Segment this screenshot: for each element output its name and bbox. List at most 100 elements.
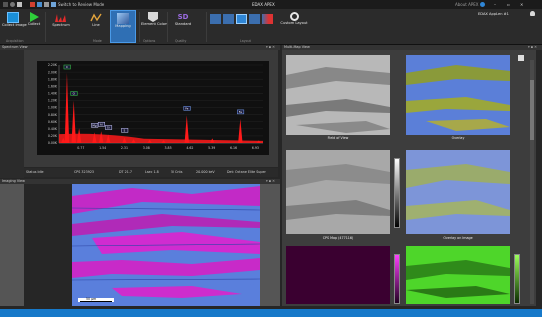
counts-readout: 5l Cnts — [171, 170, 183, 174]
peak-label: Fe — [185, 106, 188, 110]
switch-mode-link[interactable]: Switch to Review Mode — [58, 0, 104, 9]
element-map-magenta[interactable] — [286, 246, 390, 304]
group-label: Quality — [175, 39, 187, 43]
help-icon[interactable] — [480, 2, 485, 7]
peak-label: C — [66, 65, 68, 69]
close-icon[interactable]: ✕ — [520, 0, 523, 9]
group-label: Layout — [240, 39, 251, 43]
minimize-icon[interactable]: – — [494, 0, 496, 9]
y-tick-label: 0.80K — [48, 113, 58, 117]
camera-icon — [7, 12, 19, 23]
spectrum-peak — [184, 115, 189, 143]
overlay-on-image-tile[interactable] — [406, 150, 510, 234]
cps-colorbar — [394, 158, 400, 228]
group-label: Options — [143, 39, 156, 43]
play-icon — [29, 12, 39, 22]
save-icon[interactable] — [17, 2, 22, 7]
x-tick-label: 4.62 — [186, 146, 193, 150]
status-bar: Status Idle CPS 323923 DT 21.7 Lsec 1.8 … — [24, 168, 278, 177]
spectrum-button[interactable]: Spectrum — [48, 10, 74, 43]
element-map-green[interactable] — [406, 246, 510, 304]
mapping-button[interactable]: Mapping — [110, 10, 136, 43]
x-tick-label: 6.16 — [230, 146, 237, 150]
kev-readout: 20.000 keV — [196, 170, 215, 174]
cps-map — [286, 150, 390, 234]
y-tick-label: 1.20K — [48, 99, 58, 103]
multimap-panel: Field of View Overlay CPS Map (477116) O… — [282, 50, 536, 306]
layout-option-5[interactable] — [262, 14, 273, 24]
layout-option-3[interactable] — [236, 14, 247, 24]
stop-icon[interactable] — [30, 2, 35, 7]
imaging-map[interactable]: 50 μm — [72, 184, 260, 306]
quality-value: SD — [177, 13, 189, 21]
expand-icon[interactable] — [518, 55, 524, 61]
multimap-view-title: Multi-Map View — [284, 45, 310, 49]
ribbon-separator — [167, 12, 168, 42]
list-icon[interactable] — [44, 2, 49, 7]
cps-readout: CPS 323923 — [74, 170, 95, 174]
spectrum-chart: 2.20K 2.00K 1.80K 1.60K 1.40K 1.20K 1.00K 0.80K… — [48, 63, 263, 150]
y-tick-label: 1.40K — [48, 92, 58, 96]
green-map — [406, 246, 510, 304]
spectrum-plot[interactable]: 2.20K 2.00K 1.80K 1.60K 1.40K 1.20K 1.00K 0.80K… — [37, 61, 269, 155]
live-time-readout: Lsec 1.8 — [145, 170, 159, 174]
map-icon — [117, 13, 129, 24]
palette-icon — [148, 12, 158, 22]
y-tick-label: 1.60K — [48, 84, 58, 88]
group-label: Acquisition — [6, 39, 24, 43]
x-tick-label: 2.31 — [121, 146, 128, 150]
status-text: Status Idle — [26, 170, 44, 174]
y-tick-label: 0.00K — [48, 141, 58, 145]
window-icon[interactable] — [51, 2, 56, 7]
dt-readout: DT 21.7 — [119, 170, 132, 174]
maximize-icon[interactable]: ▫ — [507, 0, 510, 9]
peak-label: Al — [100, 122, 103, 126]
y-tick-label: 1.00K — [48, 106, 58, 110]
peak-label: Mg — [92, 123, 96, 127]
linescan-icon — [90, 13, 102, 22]
menu-icon[interactable] — [3, 2, 8, 7]
ribbon-toolbar: Collect Image Collect Spectrum Line Mapp… — [0, 9, 542, 45]
detector-readout: Det: Octane Elite Super — [227, 170, 266, 174]
user-icon[interactable] — [530, 11, 535, 16]
overlay-on-image — [406, 150, 510, 234]
overlay-tile[interactable] — [406, 55, 510, 135]
y-tick-label: 0.60K — [48, 120, 58, 124]
about-link[interactable]: About APEX — [455, 0, 479, 9]
x-tick-label: 0.77 — [77, 146, 84, 150]
collect-button[interactable]: Collect — [25, 10, 43, 43]
y-tick-label: 2.20K — [48, 63, 58, 67]
vertical-scrollbar[interactable] — [530, 60, 534, 304]
grid-icon[interactable] — [37, 2, 42, 7]
scrollbar-thumb[interactable] — [530, 80, 534, 140]
bottom-status-strip — [0, 309, 542, 317]
layout-option-2[interactable] — [223, 14, 234, 24]
scale-bar-label: 50 μm — [86, 297, 97, 301]
green-colorbar — [514, 254, 520, 304]
y-tick-label: 0.40K — [48, 127, 58, 131]
overlay-map — [406, 55, 510, 135]
spectrum-peak — [238, 118, 243, 143]
caption-overlay: Overlay — [451, 136, 465, 140]
spectrum-toolstrip — [0, 50, 24, 178]
x-tick-label: 1.54 — [99, 146, 106, 150]
spectrum-continuum — [59, 133, 263, 143]
gear-icon[interactable] — [10, 2, 15, 7]
app-title: EDAX APEX — [252, 2, 275, 7]
gear-icon — [289, 12, 299, 21]
spectrum-peak — [64, 72, 70, 143]
ribbon-separator — [206, 12, 207, 42]
caption-cps-map: CPS Map (477116) — [322, 236, 354, 240]
sem-image — [286, 55, 390, 135]
field-of-view-tile[interactable] — [286, 55, 390, 135]
ribbon-separator — [45, 12, 46, 42]
custom-layout-button[interactable]: Custom Layout — [280, 10, 308, 43]
group-label: Mode — [93, 39, 102, 43]
peak-label: S — [124, 128, 126, 132]
peak-label: Si — [107, 125, 110, 129]
cps-map-tile[interactable] — [286, 150, 390, 234]
peak-label: Fe — [239, 110, 242, 114]
layout-option-4[interactable] — [249, 14, 260, 24]
layout-option-1[interactable] — [210, 14, 221, 24]
x-tick-label: 3.85 — [165, 146, 172, 150]
